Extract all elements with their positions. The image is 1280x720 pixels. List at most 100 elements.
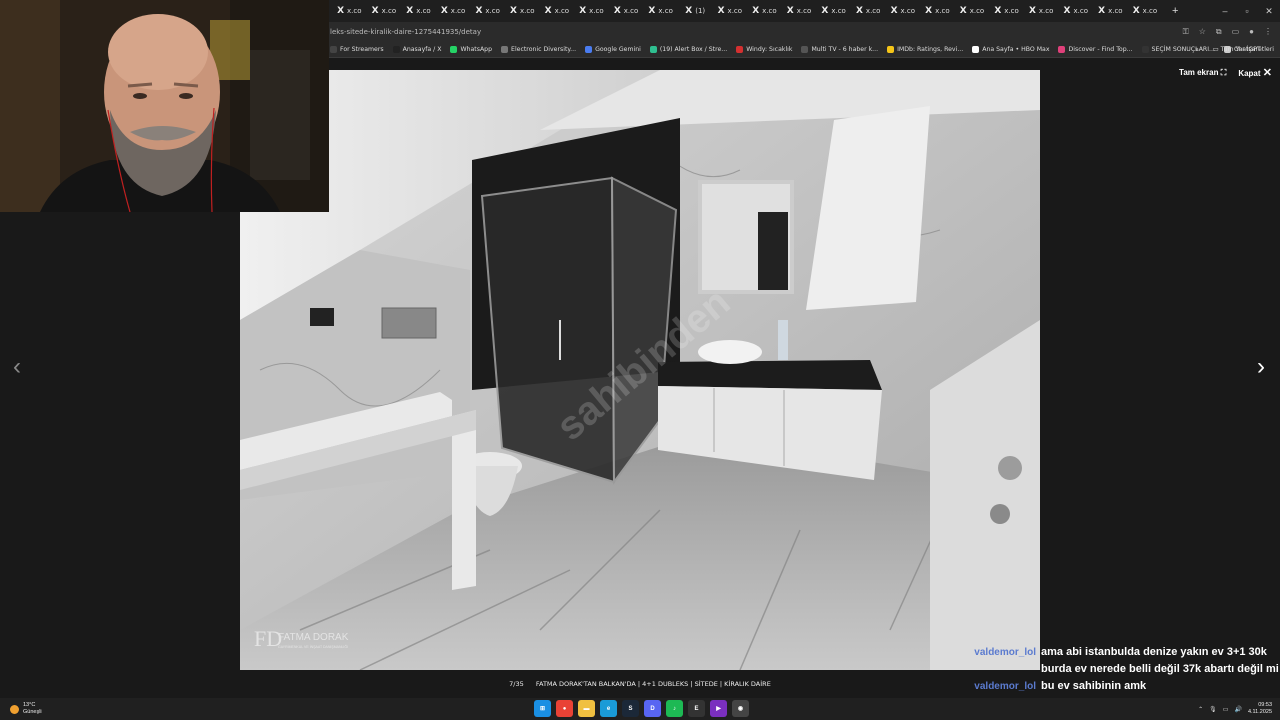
bookmark-item[interactable]: Ana Sayfa • HBO Max [972, 45, 1049, 53]
minimize-button[interactable]: – [1214, 0, 1236, 22]
weather-widget[interactable]: 13°C Güneşli [10, 698, 42, 720]
maximize-button[interactable]: ▫ [1236, 0, 1258, 22]
bookmark-favicon-icon [1141, 45, 1149, 53]
system-tray: ⌃ 🎙 ▭ 🔊 09:53 4.11.2025 [1198, 698, 1272, 720]
x-logo-icon: X [440, 6, 448, 16]
windows-start-icon[interactable]: ⊞ [534, 700, 551, 717]
browser-tab[interactable]: Xx.co [643, 1, 678, 21]
url-field[interactable]: leks-sitede-kiralik-daire-1275441935/det… [330, 28, 481, 36]
bookmark-label: Windy: Sıcaklık [746, 45, 793, 53]
bookmark-item[interactable]: Windy: Sıcaklık [736, 45, 793, 53]
bookmark-item[interactable]: IMDb: Ratings, Revi... [887, 45, 963, 53]
browser-tab[interactable]: Xx.co [401, 1, 436, 21]
previous-photo-button[interactable]: ‹ [5, 352, 29, 382]
x-logo-icon: X [406, 6, 414, 16]
bookmark-item[interactable]: (19) Alert Box / Stre... [649, 45, 728, 53]
tab-label: x.co [727, 7, 743, 15]
bookmark-item[interactable]: WhatsApp [450, 45, 492, 53]
clock[interactable]: 09:53 4.11.2025 [1248, 702, 1272, 716]
browser-tab[interactable]: Xx.co [505, 1, 540, 21]
chat-username[interactable] [968, 661, 1036, 678]
bookmark-label: Anasayfa / X [402, 45, 442, 53]
x-logo-icon: X [959, 6, 967, 16]
star-icon[interactable]: ☆ [1199, 27, 1206, 36]
new-tab-button[interactable]: + [1168, 5, 1182, 17]
bookmark-favicon-icon [501, 45, 509, 53]
weather-temp: 13°C [23, 702, 36, 708]
all-bookmarks-button[interactable]: ▭ Tüm Yer İşaretleri [1213, 46, 1274, 53]
bookmark-item[interactable]: Multi TV - 6 haber k... [801, 45, 878, 53]
browser-tab[interactable]: Xx.co [574, 1, 609, 21]
bookmark-item[interactable]: For Streamers [330, 45, 384, 53]
chevron-up-icon[interactable]: ⌃ [1198, 706, 1203, 713]
bookmark-item[interactable]: Anasayfa / X [392, 45, 442, 53]
browser-tab[interactable]: Xx.co [713, 1, 748, 21]
close-gallery-button[interactable]: Kapat ✕ [1238, 66, 1272, 79]
file-explorer-icon[interactable]: ▬ [578, 700, 595, 717]
mic-icon[interactable]: 🎙 [1209, 706, 1217, 713]
steam-icon[interactable]: S [622, 700, 639, 717]
discord-icon[interactable]: D [644, 700, 661, 717]
bookmark-item[interactable]: Google Gemini [585, 45, 641, 53]
window-controls: – ▫ ✕ [1214, 0, 1280, 22]
browser-tab[interactable]: Xx.co [1128, 1, 1163, 21]
browser-tab[interactable]: Xx.co [989, 1, 1024, 21]
browser-tab[interactable]: Xx.co [332, 1, 367, 21]
chat-username[interactable]: valdemor_lol [968, 678, 1036, 695]
tab-label: x.co [900, 7, 916, 15]
browser-tab[interactable]: Xx.co [955, 1, 990, 21]
key-icon[interactable]: ⚿ [1183, 27, 1189, 37]
bookmark-item[interactable]: Electronic Diversity... [501, 45, 576, 53]
tab-label: x.co [1142, 7, 1158, 15]
profile-icon[interactable]: ● [1249, 27, 1254, 36]
streaming-app-icon[interactable]: ▶ [710, 700, 727, 717]
clock-date: 4.11.2025 [1247, 709, 1272, 715]
browser-tab[interactable]: Xx.co [816, 1, 851, 21]
epic-icon[interactable]: E [688, 700, 705, 717]
browser-tab[interactable]: Xx.co [367, 1, 402, 21]
network-icon[interactable]: ▭ [1223, 706, 1229, 713]
browser-tab[interactable]: Xx.co [470, 1, 505, 21]
chrome-icon[interactable]: ● [556, 700, 573, 717]
bookmark-favicon-icon [736, 45, 744, 53]
x-logo-icon: X [855, 6, 863, 16]
chat-text: ama abi istanbulda denize yakın ev 3+1 3… [1041, 646, 1267, 658]
bookmark-label: (19) Alert Box / Stre... [659, 45, 728, 53]
chat-message: valdemor_lol bu ev sahibinin amk [968, 678, 1280, 695]
spotify-icon[interactable]: ♪ [666, 700, 683, 717]
tab-label: x.co [347, 7, 362, 15]
browser-tab[interactable]: Xx.co [1058, 1, 1093, 21]
edge-icon[interactable]: e [600, 700, 617, 717]
browser-tab[interactable]: Xx.co [782, 1, 817, 21]
tab-label: x.co [623, 7, 639, 15]
browser-tab[interactable]: Xx.co [436, 1, 471, 21]
browser-tab[interactable]: X (1) [678, 1, 713, 21]
close-window-button[interactable]: ✕ [1258, 0, 1280, 22]
browser-tab[interactable]: Xx.co [1093, 1, 1128, 21]
chat-username[interactable]: valdemor_lol [968, 644, 1036, 661]
next-photo-button[interactable]: › [1249, 352, 1273, 382]
bookmark-favicon-icon [330, 45, 337, 53]
tab-list: Xx.co Xx.co Xx.co Xx.co Xx.co Xx.co Xx.co Xx.co… [332, 1, 1182, 21]
fullscreen-button[interactable]: Tam ekran ⛶ [1179, 68, 1226, 78]
browser-tab[interactable]: Xx.co [747, 1, 782, 21]
bathroom-photo: sahibinden FD FATMA DORAK GAYRİMENKUL VE… [240, 70, 1040, 670]
bookmark-favicon-icon [585, 45, 593, 53]
browser-tab[interactable]: Xx.co [609, 1, 644, 21]
obs-icon[interactable]: ◉ [732, 700, 749, 717]
extensions-icon[interactable]: ⧉ [1216, 27, 1222, 37]
browser-tab[interactable]: Xx.co [886, 1, 921, 21]
browser-tab[interactable]: Xx.co [540, 1, 575, 21]
bookmarks-overflow-button[interactable]: » [1195, 46, 1199, 53]
bookmark-favicon-icon [887, 45, 895, 53]
webcam-overlay [0, 0, 329, 212]
browser-tab[interactable]: Xx.co [1024, 1, 1059, 21]
volume-icon[interactable]: 🔊 [1234, 706, 1241, 713]
browser-tab[interactable]: Xx.co [920, 1, 955, 21]
browser-tab[interactable]: Xx.co [851, 1, 886, 21]
tab-label: x.co [1004, 7, 1019, 15]
sidebar-icon[interactable]: ▭ [1232, 27, 1240, 36]
menu-icon[interactable]: ⋮ [1264, 27, 1272, 36]
bookmark-item[interactable]: Discover - Find Top... [1058, 45, 1133, 53]
bookmark-favicon-icon [392, 45, 400, 53]
